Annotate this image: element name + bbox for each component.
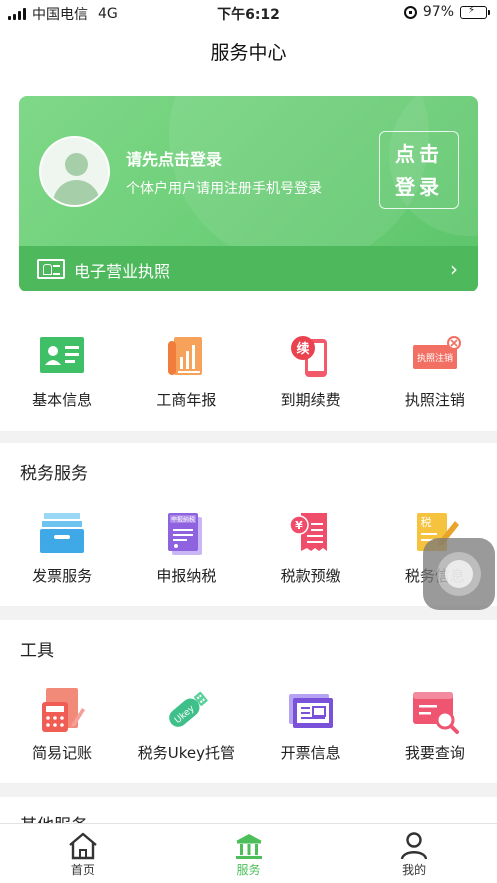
quick-actions-section: 基本信息 工商年报 续 到期续费 执照注销 执照注销: [0, 291, 497, 431]
tab-bar: 首页 服务 我的: [0, 823, 497, 883]
renew-badge-text: 续: [296, 341, 309, 357]
quick-action-label: 工商年报: [156, 391, 217, 409]
avatar-head: [65, 153, 88, 176]
login-button-line2: 登录: [395, 175, 443, 199]
renew-phone-icon: 续: [290, 336, 327, 377]
tax-info-badge-text: 税: [420, 515, 431, 529]
e-license-label: 电子营业执照: [74, 262, 171, 281]
bank-icon: [235, 834, 262, 859]
quick-action-basic-info[interactable]: 基本信息: [0, 331, 124, 431]
tab-mine[interactable]: 我的: [331, 824, 497, 883]
ukey-icon: Ukey: [169, 691, 209, 727]
prepay-badge-text: ¥: [295, 519, 303, 532]
rotation-lock-icon: [403, 5, 417, 19]
quick-action-label: 基本信息: [32, 391, 93, 409]
quick-action-annual-report[interactable]: 工商年报: [124, 331, 248, 431]
login-button[interactable]: 点击 登录: [379, 131, 459, 209]
tax-service-declaration[interactable]: 申报纳税 申报纳税: [124, 507, 248, 607]
tools-section: 工具 简易记账 Ukey 税务Ukey托管 开票信息 我要查询: [0, 620, 497, 783]
tool-label: 开票信息: [280, 744, 341, 762]
tool-label: 我要查询: [404, 744, 465, 762]
bookkeeping-icon: [42, 688, 86, 732]
tax-service-label: 申报纳税: [156, 567, 217, 585]
section-title: 工具: [20, 641, 54, 661]
e-license-bar[interactable]: 电子营业执照 ›: [19, 246, 478, 292]
id-card-icon: [40, 337, 85, 373]
nav-bar: 服务中心: [0, 26, 497, 76]
battery-percent: 97%: [422, 4, 454, 20]
tab-label: 我的: [402, 863, 427, 877]
tools-grid: 简易记账 Ukey 税务Ukey托管 开票信息 我要查询: [0, 684, 497, 784]
license-cancel-icon: 执照注销: [412, 336, 461, 369]
license-card-icon: [37, 259, 65, 279]
tax-service-label: 税款预缴: [280, 567, 341, 585]
avatar-body: [53, 180, 100, 205]
assistive-touch-button[interactable]: [423, 538, 495, 610]
tool-label: 税务Ukey托管: [137, 744, 235, 762]
query-icon: [412, 692, 459, 734]
annual-report-icon: [168, 337, 203, 375]
tab-label: 服务: [236, 863, 261, 877]
avatar[interactable]: [39, 136, 110, 207]
quick-actions-grid: 基本信息 工商年报 续 到期续费 执照注销 执照注销: [0, 331, 497, 431]
battery-icon: [460, 5, 490, 19]
login-prompt-subtitle: 个体户用户请用注册手机号登录: [126, 181, 322, 197]
tax-service-invoice[interactable]: 发票服务: [0, 507, 124, 607]
quick-action-license-cancel[interactable]: 执照注销 执照注销: [373, 331, 497, 431]
tax-service-prepay[interactable]: ¥ 税款预缴: [249, 507, 373, 607]
section-title: 税务服务: [20, 464, 88, 484]
status-right: 97%: [403, 4, 490, 20]
user-icon: [400, 832, 428, 860]
tool-query[interactable]: 我要查询: [373, 684, 497, 784]
quick-action-label: 执照注销: [404, 391, 465, 409]
login-prompt-title[interactable]: 请先点击登录: [126, 146, 222, 170]
status-bar: 中国电信 4G 下午6:12 97%: [0, 0, 497, 26]
quick-action-renew[interactable]: 续 到期续费: [249, 331, 373, 431]
tax-prepay-icon: ¥: [288, 513, 327, 551]
tool-label: 简易记账: [32, 744, 93, 762]
tab-label: 首页: [70, 863, 95, 877]
tax-service-label: 发票服务: [32, 567, 93, 585]
tool-invoice-info[interactable]: 开票信息: [249, 684, 373, 784]
home-icon: [69, 832, 97, 860]
quick-action-label: 到期续费: [280, 391, 341, 409]
invoice-box-icon: [40, 513, 85, 553]
declaration-badge-text: 申报纳税: [171, 516, 195, 524]
license-cancel-badge-text: 执照注销: [417, 352, 453, 364]
tool-ukey[interactable]: Ukey 税务Ukey托管: [124, 684, 248, 784]
tax-declaration-icon: 申报纳税: [168, 513, 203, 555]
tool-bookkeeping[interactable]: 简易记账: [0, 684, 124, 784]
profile-card[interactable]: 请先点击登录 个体户用户请用注册手机号登录 点击 登录 电子营业执照 ›: [19, 96, 478, 292]
page-title: 服务中心: [210, 42, 287, 64]
chevron-right-icon: ›: [450, 257, 458, 281]
tab-services[interactable]: 服务: [166, 824, 332, 883]
tab-home[interactable]: 首页: [0, 824, 166, 883]
login-button-line1: 点击: [395, 142, 443, 166]
invoice-info-icon: [288, 694, 333, 728]
